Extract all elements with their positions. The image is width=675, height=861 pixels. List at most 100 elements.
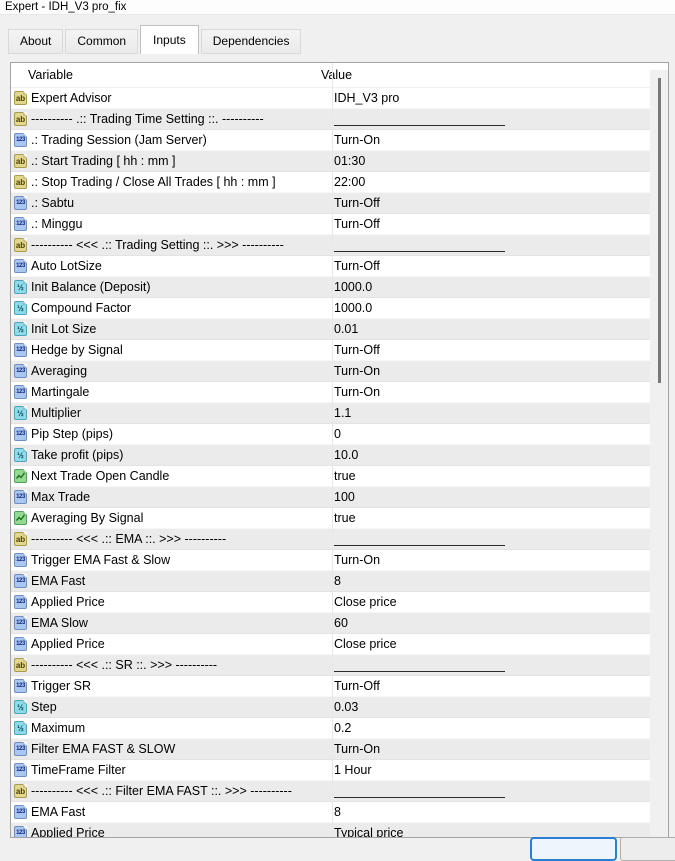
param-value[interactable]: [328, 532, 651, 546]
param-row[interactable]: ab ---------- .:: Trading Time Setting ::…: [11, 109, 651, 130]
param-value[interactable]: 0.03: [328, 700, 651, 714]
param-variable: Step: [31, 700, 57, 714]
param-value[interactable]: 22:00: [328, 175, 651, 189]
param-row[interactable]: 123 Max Trade 100: [11, 487, 651, 508]
zigzag-line-icon: [16, 472, 25, 479]
param-value[interactable]: 8: [328, 574, 651, 588]
param-row[interactable]: 123 Hedge by Signal Turn-Off: [11, 340, 651, 361]
param-value[interactable]: Turn-On: [328, 364, 651, 378]
param-value[interactable]: true: [328, 469, 651, 483]
footer-button-secondary[interactable]: [620, 837, 675, 861]
param-row[interactable]: 123 TimeFrame Filter 1 Hour: [11, 760, 651, 781]
param-variable: Applied Price: [31, 826, 105, 838]
param-value[interactable]: Turn-Off: [328, 343, 651, 357]
param-row[interactable]: 123 EMA Fast 8: [11, 802, 651, 823]
param-row[interactable]: 123 Martingale Turn-On: [11, 382, 651, 403]
param-row[interactable]: ½ Init Balance (Deposit) 1000.0: [11, 277, 651, 298]
param-row[interactable]: 123 EMA Fast 8: [11, 571, 651, 592]
param-variable: Trigger EMA Fast & Slow: [31, 553, 171, 567]
param-row[interactable]: 123 .: Trading Session (Jam Server) Turn-O…: [11, 130, 651, 151]
param-value[interactable]: 01:30: [328, 154, 651, 168]
param-value[interactable]: Turn-On: [328, 385, 651, 399]
param-value[interactable]: true: [328, 511, 651, 525]
param-value[interactable]: 100: [328, 490, 651, 504]
param-value[interactable]: Turn-On: [328, 133, 651, 147]
int-param-icon: 123: [14, 637, 27, 651]
param-value[interactable]: IDH_V3 pro: [328, 91, 651, 105]
param-value[interactable]: Close price: [328, 637, 651, 651]
param-row[interactable]: 123 Filter EMA FAST & SLOW Turn-On: [11, 739, 651, 760]
param-row[interactable]: 123 Applied Price Close price: [11, 592, 651, 613]
double-param-icon: ½: [14, 721, 27, 735]
param-row[interactable]: ab .: Stop Trading / Close All Trades [ h…: [11, 172, 651, 193]
param-variable: EMA Fast: [31, 574, 86, 588]
param-row[interactable]: 123 EMA Slow 60: [11, 613, 651, 634]
param-row[interactable]: 123 .: Minggu Turn-Off: [11, 214, 651, 235]
param-value[interactable]: 0.2: [328, 721, 651, 735]
param-row[interactable]: 123 Averaging Turn-On: [11, 361, 651, 382]
param-row[interactable]: Averaging By Signal true: [11, 508, 651, 529]
tab-common[interactable]: Common: [65, 29, 139, 54]
int-param-icon: 123: [14, 679, 27, 693]
param-value[interactable]: 0: [328, 427, 651, 441]
param-value[interactable]: [328, 658, 651, 672]
int-param-icon: 123: [14, 217, 27, 231]
param-row[interactable]: ½ Maximum 0.2: [11, 718, 651, 739]
param-value[interactable]: Turn-Off: [328, 679, 651, 693]
footer-button-primary[interactable]: [530, 837, 617, 861]
int-param-icon: 123: [14, 385, 27, 399]
param-variable: Max Trade: [31, 490, 91, 504]
param-row[interactable]: 123 Applied Price Typical price: [11, 823, 651, 838]
param-value[interactable]: [328, 784, 651, 798]
param-row[interactable]: 123 Auto LotSize Turn-Off: [11, 256, 651, 277]
param-row[interactable]: 123 Pip Step (pips) 0: [11, 424, 651, 445]
param-value[interactable]: 10.0: [328, 448, 651, 462]
vertical-scrollbar[interactable]: [650, 70, 668, 837]
param-row[interactable]: ab .: Start Trading [ hh : mm ] 01:30: [11, 151, 651, 172]
param-value[interactable]: 0.01: [328, 322, 651, 336]
int-param-icon: 123: [14, 742, 27, 756]
param-row[interactable]: Next Trade Open Candle true: [11, 466, 651, 487]
param-row[interactable]: ab ---------- <<< .:: Trading Setting ::.…: [11, 235, 651, 256]
param-row[interactable]: 123 Applied Price Close price: [11, 634, 651, 655]
param-row[interactable]: ab ---------- <<< .:: SR ::. >>> --------…: [11, 655, 651, 676]
param-row[interactable]: ½ Step 0.03: [11, 697, 651, 718]
text-param-icon: ab: [14, 532, 27, 546]
param-row[interactable]: ½ Init Lot Size 0.01: [11, 319, 651, 340]
param-value[interactable]: 1000.0: [328, 280, 651, 294]
tab-dependencies[interactable]: Dependencies: [200, 29, 302, 54]
param-row[interactable]: ½ Take profit (pips) 10.0: [11, 445, 651, 466]
column-divider[interactable]: [332, 63, 333, 837]
param-row[interactable]: ½ Compound Factor 1000.0: [11, 298, 651, 319]
param-value[interactable]: [328, 238, 651, 252]
param-value[interactable]: Turn-On: [328, 742, 651, 756]
param-row[interactable]: 123 Trigger SR Turn-Off: [11, 676, 651, 697]
tab-inputs[interactable]: Inputs: [140, 25, 199, 54]
bool-param-icon: [14, 469, 27, 483]
param-row[interactable]: ab Expert Advisor IDH_V3 pro: [11, 88, 651, 109]
param-value[interactable]: Turn-Off: [328, 259, 651, 273]
text-param-icon: ab: [14, 175, 27, 189]
param-value[interactable]: Turn-Off: [328, 217, 651, 231]
param-value[interactable]: 8: [328, 805, 651, 819]
param-row[interactable]: ab ---------- <<< .:: EMA ::. >>> -------…: [11, 529, 651, 550]
zigzag-line-icon: [16, 514, 25, 521]
param-row[interactable]: ab ---------- <<< .:: Filter EMA FAST ::.…: [11, 781, 651, 802]
scrollbar-thumb[interactable]: [658, 78, 661, 383]
param-variable: Next Trade Open Candle: [31, 469, 170, 483]
param-row[interactable]: ½ Multiplier 1.1: [11, 403, 651, 424]
param-value[interactable]: 1000.0: [328, 301, 651, 315]
tab-about[interactable]: About: [8, 29, 64, 54]
param-value[interactable]: 60: [328, 616, 651, 630]
param-value[interactable]: Close price: [328, 595, 651, 609]
param-value[interactable]: Turn-On: [328, 553, 651, 567]
param-value[interactable]: [328, 112, 651, 126]
param-value[interactable]: 1 Hour: [328, 763, 651, 777]
param-variable: ---------- .:: Trading Time Setting ::. …: [31, 112, 264, 126]
param-value[interactable]: Turn-Off: [328, 196, 651, 210]
param-row[interactable]: 123 Trigger EMA Fast & Slow Turn-On: [11, 550, 651, 571]
text-param-icon: ab: [14, 112, 27, 126]
int-param-icon: 123: [14, 133, 27, 147]
param-value[interactable]: 1.1: [328, 406, 651, 420]
param-row[interactable]: 123 .: Sabtu Turn-Off: [11, 193, 651, 214]
